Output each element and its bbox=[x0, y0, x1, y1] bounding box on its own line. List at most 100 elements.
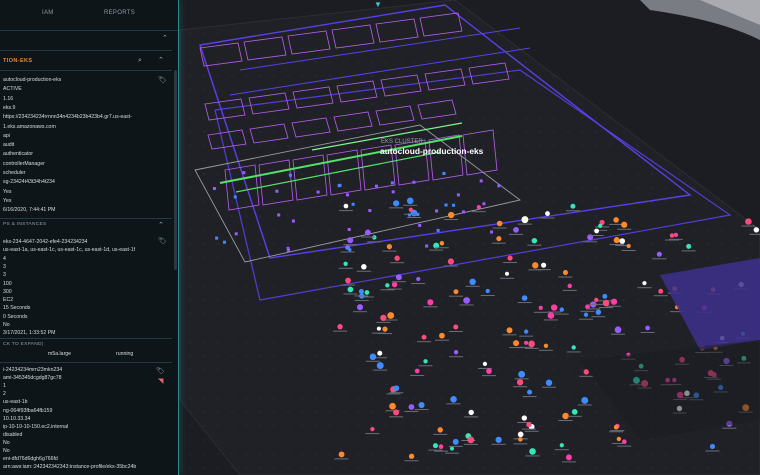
grid-dot bbox=[371, 159, 373, 161]
resource-label-line bbox=[492, 227, 507, 229]
grid-dot bbox=[357, 201, 359, 203]
grid-dot bbox=[455, 187, 457, 189]
grid-dot bbox=[455, 341, 457, 343]
grid-dot bbox=[357, 397, 359, 399]
grid-dot bbox=[399, 369, 401, 371]
tag-icon-3[interactable]: 🏷 bbox=[156, 368, 165, 375]
grid-dot bbox=[189, 89, 191, 91]
resource-label-line bbox=[480, 295, 495, 297]
grid-dot bbox=[637, 257, 639, 259]
resource-node-icon bbox=[610, 298, 618, 305]
grid-dot bbox=[721, 439, 723, 441]
grid-dot bbox=[469, 397, 471, 399]
grid-dot bbox=[483, 61, 485, 63]
grid-dot bbox=[693, 215, 695, 217]
resource-label-line bbox=[577, 404, 592, 406]
collapse-top-indicator[interactable]: ▼ bbox=[374, 0, 382, 9]
resource-node-icon bbox=[504, 271, 509, 276]
resource-node-icon bbox=[450, 446, 455, 451]
grid-dot bbox=[679, 201, 681, 203]
grid-dot bbox=[217, 75, 219, 77]
grid-dot bbox=[483, 271, 485, 273]
cluster-node-icon bbox=[435, 209, 439, 213]
resource-node-icon bbox=[463, 297, 470, 304]
grid-dot bbox=[581, 299, 583, 301]
grid-dot bbox=[287, 341, 289, 343]
grid-dot bbox=[567, 341, 569, 343]
instance-field-value: 1 bbox=[3, 383, 6, 390]
resource-label-line bbox=[609, 223, 624, 225]
grid-dot bbox=[595, 439, 597, 441]
tab-iam[interactable]: IAM bbox=[42, 10, 54, 16]
resource-label-line bbox=[491, 242, 506, 244]
grid-dot bbox=[427, 425, 429, 427]
chevron-up-icon[interactable]: ⌃ bbox=[158, 57, 164, 64]
grid-dot bbox=[721, 453, 723, 455]
grid-dot bbox=[497, 383, 499, 385]
grid-dot bbox=[749, 229, 751, 231]
grid-dot bbox=[539, 159, 541, 161]
grid-dot bbox=[217, 383, 219, 385]
grid-dot bbox=[301, 411, 303, 413]
grid-dot bbox=[567, 229, 569, 231]
panel-collapse-icon[interactable]: ⌃ bbox=[162, 35, 168, 42]
grid-dot bbox=[343, 61, 345, 63]
grid-dot bbox=[441, 439, 443, 441]
resource-label-line bbox=[524, 430, 539, 432]
grid-dot bbox=[539, 327, 541, 329]
tag-icon-2[interactable]: 🏷 bbox=[158, 238, 167, 245]
grid-dot bbox=[469, 355, 471, 357]
grid-dot bbox=[329, 61, 331, 63]
grid-dot bbox=[539, 187, 541, 189]
grid-dot bbox=[399, 61, 401, 63]
grid-dot bbox=[371, 75, 373, 77]
grid-dot bbox=[413, 257, 415, 259]
grid-dot bbox=[231, 75, 233, 77]
resource-node-icon bbox=[416, 277, 421, 282]
grid-dot bbox=[287, 271, 289, 273]
expand-hint[interactable]: CK TO EXPAND) bbox=[3, 342, 44, 348]
grid-dot bbox=[385, 341, 387, 343]
chevron-up-icon-2[interactable]: ⌃ bbox=[158, 222, 164, 229]
resource-node-icon bbox=[393, 200, 400, 207]
search-icon[interactable]: ⌕ bbox=[138, 57, 142, 64]
resource-node-icon bbox=[532, 262, 539, 269]
grid-dot bbox=[483, 425, 485, 427]
tag-icon[interactable]: 🏷 bbox=[158, 77, 167, 84]
resource-node-icon bbox=[521, 415, 527, 421]
grid-dot bbox=[315, 397, 317, 399]
resource-label-line bbox=[599, 307, 614, 309]
grid-dot bbox=[609, 145, 611, 147]
grid-dot bbox=[469, 313, 471, 315]
cluster-field-value: audit bbox=[3, 142, 15, 149]
grid-dot bbox=[455, 299, 457, 301]
grid-dot bbox=[245, 131, 247, 133]
grid-dot bbox=[203, 341, 205, 343]
grid-dot bbox=[651, 271, 653, 273]
grid-dot bbox=[623, 341, 625, 343]
panel-scrollbar[interactable] bbox=[174, 70, 177, 270]
grid-dot bbox=[511, 89, 513, 91]
resource-node-icon bbox=[538, 305, 543, 310]
tab-reports[interactable]: REPORTS bbox=[104, 10, 135, 16]
resource-node-icon bbox=[745, 218, 752, 225]
resource-label-line bbox=[513, 386, 528, 388]
grid-dot bbox=[441, 117, 443, 119]
section-header[interactable]: TION-EKS ⌕ ⌃ bbox=[0, 56, 172, 68]
resource-node-icon bbox=[438, 444, 444, 450]
grid-dot bbox=[567, 257, 569, 259]
grid-dot bbox=[553, 453, 555, 455]
grid-dot bbox=[525, 271, 527, 273]
grid-dot bbox=[483, 89, 485, 91]
grid-dot bbox=[385, 89, 387, 91]
grid-dot bbox=[581, 355, 583, 357]
grid-dot bbox=[217, 145, 219, 147]
grid-dot bbox=[427, 201, 429, 203]
grid-dot bbox=[497, 397, 499, 399]
grid-dot bbox=[315, 369, 317, 371]
grid-dot bbox=[245, 103, 247, 105]
grid-dot bbox=[483, 467, 485, 469]
grid-dot bbox=[301, 397, 303, 399]
grid-dot bbox=[539, 89, 541, 91]
grid-dot bbox=[427, 327, 429, 329]
